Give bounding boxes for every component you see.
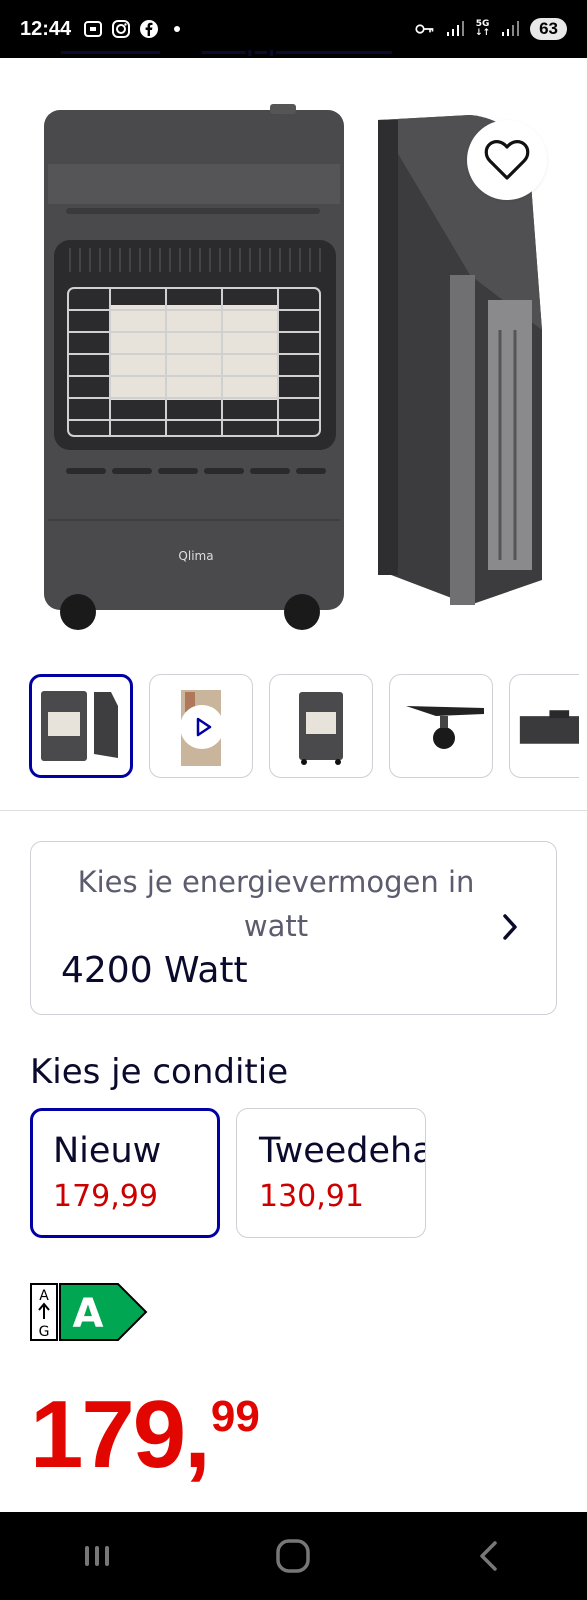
recent-apps-icon[interactable] (79, 1538, 115, 1574)
play-icon (196, 717, 212, 737)
key-icon (415, 19, 435, 39)
condition-option-used[interactable]: Tweedehands 130,91 (236, 1108, 426, 1238)
back-icon[interactable] (472, 1538, 508, 1574)
energy-label-icon: A G A (30, 1283, 148, 1341)
system-nav-bar (0, 1512, 587, 1600)
status-left-icons (83, 19, 187, 39)
thumb-heater-front-side[interactable] (29, 674, 133, 778)
battery-indicator: 63 (530, 18, 567, 40)
thumb-image (299, 692, 343, 765)
status-right-icons: 5G ↓↑ 63 (415, 18, 567, 40)
network-5g-icon: 5G ↓↑ (474, 19, 491, 38)
thumb-heater-top[interactable] (509, 674, 579, 778)
divider (0, 810, 587, 811)
price-cents: 99 (210, 1392, 260, 1441)
status-time: 12:44 (20, 17, 72, 40)
condition-name: Nieuw (53, 1131, 162, 1171)
energy-rating: A (73, 1291, 104, 1337)
thumb-video[interactable] (149, 674, 253, 778)
product-price: 179, 99 (30, 1385, 260, 1485)
heart-icon (484, 140, 530, 180)
price-main: 179, (30, 1381, 211, 1488)
energy-label-badge[interactable]: A G A (30, 1283, 148, 1345)
thumb-wheel[interactable] (389, 674, 493, 778)
thumb-image (41, 691, 118, 761)
report-bullet-icon: • (171, 50, 191, 58)
report-link[interactable]: Rapporteer (202, 50, 393, 58)
instagram-icon (111, 19, 131, 39)
heater-front-image: Qlima (44, 104, 344, 630)
share-bullet-icon: • (30, 50, 50, 58)
favorite-button[interactable] (467, 120, 547, 200)
condition-price: 179,99 (53, 1179, 158, 1214)
condition-price: 130,91 (259, 1179, 364, 1214)
chevron-right-icon (503, 914, 517, 940)
screenshot-icon (83, 19, 103, 39)
signal-icon (445, 19, 465, 39)
share-row-content: • Delen • Rapporteer (30, 50, 392, 58)
energy-scale-bottom: G (39, 1324, 50, 1340)
thumb-image (519, 710, 579, 744)
energy-capacity-selector[interactable]: Kies je energievermogen in watt 4200 Wat… (30, 841, 557, 1015)
condition-title: Kies je conditie (30, 1052, 289, 1092)
signal-icon (500, 19, 520, 39)
thumbnail-strip (29, 674, 579, 778)
condition-name: Tweedehands (259, 1131, 425, 1171)
thumb-image (406, 706, 484, 749)
energy-selector-label: Kies je energievermogen in watt (77, 865, 475, 943)
thumb-heater-front[interactable] (269, 674, 373, 778)
home-icon[interactable] (273, 1536, 313, 1576)
facebook-icon (139, 19, 159, 39)
condition-options: Nieuw 179,99 Tweedehands 130,91 (30, 1108, 426, 1238)
condition-option-new[interactable]: Nieuw 179,99 (30, 1108, 220, 1238)
energy-selector-value: 4200 Watt (61, 950, 248, 991)
share-link[interactable]: Delen (61, 50, 160, 58)
play-button[interactable] (180, 705, 224, 749)
dot-icon (167, 19, 187, 39)
brand-logo: Qlima (178, 549, 213, 563)
energy-scale-top: A (39, 1288, 49, 1304)
